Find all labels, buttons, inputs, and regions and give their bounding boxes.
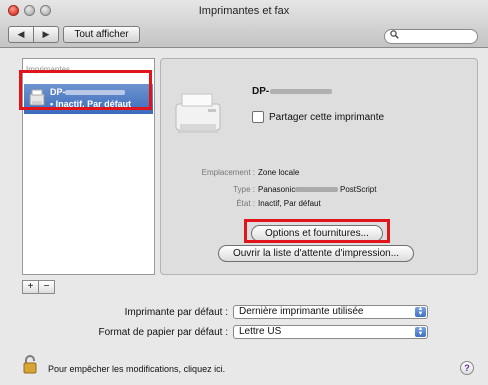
highlight-box-options bbox=[244, 219, 390, 243]
default-printer-label: Imprimante par défaut : bbox=[124, 307, 228, 318]
title-bar: Imprimantes et fax ◀ ▶ Tout afficher bbox=[0, 0, 488, 48]
location-label: Emplacement : bbox=[201, 168, 255, 177]
window-title: Imprimantes et fax bbox=[198, 5, 290, 17]
printer-image bbox=[175, 93, 221, 133]
share-printer-checkbox[interactable] bbox=[252, 111, 264, 123]
type-label: Type : bbox=[233, 185, 255, 194]
help-button[interactable]: ? bbox=[460, 361, 474, 375]
redacted-type bbox=[295, 187, 338, 192]
default-printer-popup[interactable]: Dernière imprimante utilisée ▲ ▼ bbox=[233, 305, 428, 319]
share-printer-label: Partager cette imprimante bbox=[269, 111, 385, 123]
show-all-button[interactable]: Tout afficher bbox=[63, 26, 140, 43]
back-forward-control: ◀ ▶ bbox=[8, 26, 59, 43]
remove-printer-button[interactable]: − bbox=[39, 281, 54, 293]
redacted-printer-name bbox=[270, 89, 332, 94]
printers-preferences-window: Imprimantes et fax ◀ ▶ Tout afficher Imp… bbox=[0, 0, 488, 385]
lock-icon[interactable] bbox=[22, 354, 42, 374]
search-icon bbox=[390, 30, 399, 43]
lock-message[interactable]: Pour empêcher les modifications, cliquez… bbox=[48, 364, 225, 374]
state-label: État : bbox=[236, 199, 255, 208]
type-value-suffix: PostScript bbox=[340, 185, 377, 194]
state-value: Inactif, Par défaut bbox=[258, 199, 321, 208]
location-value: Zone locale bbox=[258, 168, 300, 177]
default-paper-label: Format de papier par défaut : bbox=[98, 327, 228, 338]
highlight-box-printer bbox=[19, 70, 152, 110]
default-printer-value: Dernière imprimante utilisée bbox=[239, 306, 364, 317]
popup-arrows-icon: ▲ ▼ bbox=[415, 306, 426, 317]
share-printer-option[interactable]: Partager cette imprimante bbox=[252, 111, 384, 123]
open-print-queue-button[interactable]: Ouvrir la liste d'attente d'impression..… bbox=[218, 245, 414, 262]
add-printer-button[interactable]: + bbox=[23, 281, 39, 293]
forward-icon[interactable]: ▶ bbox=[34, 27, 58, 42]
popup-arrows-icon: ▲ ▼ bbox=[415, 326, 426, 337]
type-value-prefix: Panasonic bbox=[258, 185, 296, 194]
search-field[interactable] bbox=[384, 29, 478, 44]
add-remove-control: + − bbox=[22, 280, 55, 294]
default-paper-value: Lettre US bbox=[239, 326, 282, 337]
printer-name: DP- bbox=[252, 86, 270, 97]
default-paper-popup[interactable]: Lettre US ▲ ▼ bbox=[233, 325, 428, 339]
back-icon[interactable]: ◀ bbox=[9, 27, 34, 42]
